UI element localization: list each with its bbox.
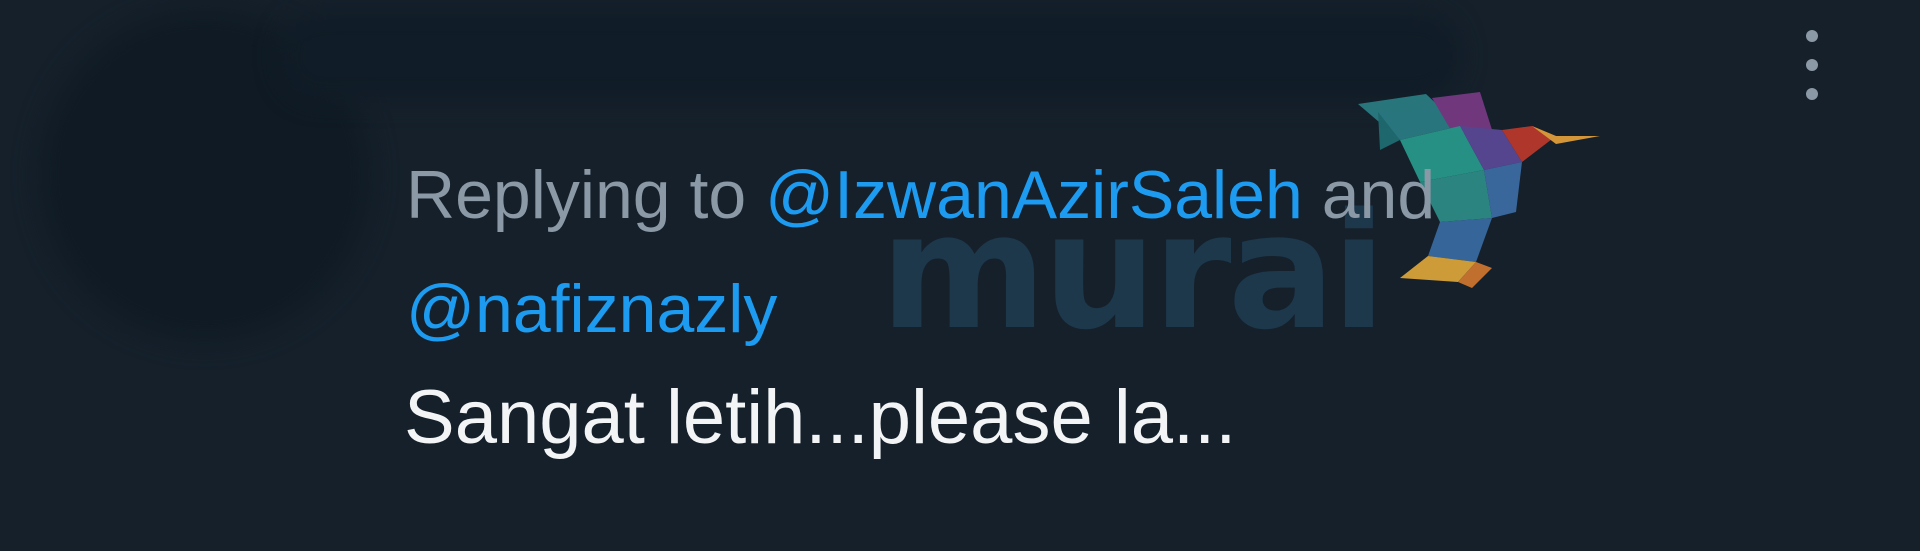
redacted-username	[280, 12, 1460, 100]
tweet-body-text: Sangat letih...please la...	[404, 375, 1237, 460]
mention-link[interactable]: @nafiznazly	[406, 271, 777, 347]
more-vertical-icon	[1806, 30, 1818, 42]
reply-context: Replying to @IzwanAzirSaleh and @nafizna…	[406, 138, 1606, 366]
tweet-card: murai Replying to @IzwanAzirSaleh and @n…	[0, 0, 1920, 551]
conjunction-label: and	[1321, 157, 1436, 233]
replying-to-label: Replying to	[406, 157, 747, 233]
more-options-button[interactable]	[1792, 26, 1832, 104]
more-vertical-icon	[1806, 88, 1818, 100]
more-vertical-icon	[1806, 59, 1818, 71]
mention-link[interactable]: @IzwanAzirSaleh	[765, 157, 1303, 233]
